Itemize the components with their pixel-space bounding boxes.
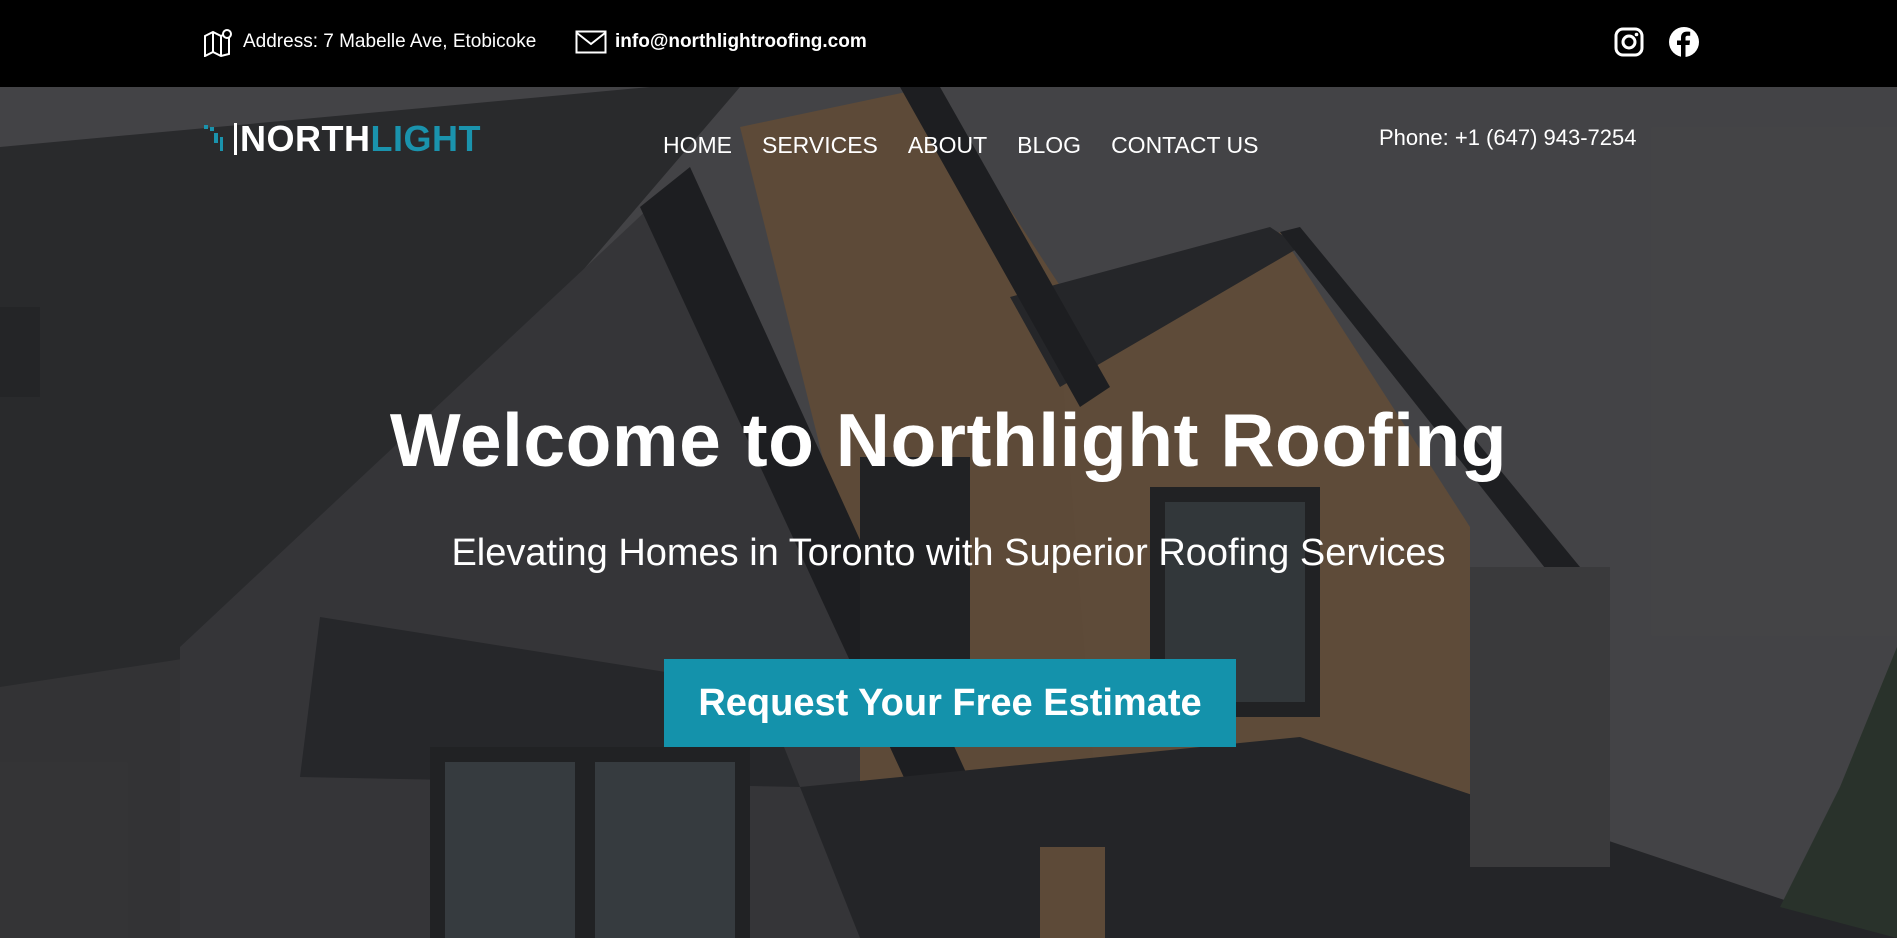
logo-wordmark: NORTHLIGHT — [240, 118, 481, 160]
address-text: Address: 7 Mabelle Ave, Etobicoke — [243, 31, 537, 52]
nav-home[interactable]: HOME — [663, 132, 732, 159]
map-icon — [204, 29, 232, 57]
logo[interactable]: NORTHLIGHT — [204, 118, 481, 160]
email-link[interactable]: info@northlightroofing.com — [615, 31, 867, 53]
nav-contact-us[interactable]: CONTACT US — [1111, 132, 1258, 159]
facebook-icon[interactable] — [1668, 26, 1700, 58]
envelope-icon — [575, 30, 607, 54]
logo-word-light: LIGHT — [370, 118, 481, 159]
top-info-bar: Address: 7 Mabelle Ave, Etobicoke info@n… — [0, 0, 1897, 87]
address-info: Address: 7 Mabelle Ave, Etobicoke — [203, 27, 536, 57]
house-background-image — [0, 87, 1897, 938]
main-nav: HOME SERVICES ABOUT BLOG CONTACT US — [663, 132, 1288, 159]
nav-about[interactable]: ABOUT — [908, 132, 987, 159]
phone-number[interactable]: Phone: +1 (647) 943-7254 — [1379, 125, 1636, 151]
hero-title: Welcome to Northlight Roofing — [389, 398, 1508, 482]
request-estimate-button[interactable]: Request Your Free Estimate — [664, 659, 1236, 747]
logo-mark-icon — [204, 123, 237, 155]
hero-section: NORTHLIGHT HOME SERVICES ABOUT BLOG CONT… — [0, 87, 1897, 938]
email-info[interactable]: info@northlightroofing.com — [575, 27, 867, 57]
nav-blog[interactable]: BLOG — [1017, 132, 1081, 159]
hero-subtitle: Elevating Homes in Toronto with Superior… — [451, 532, 1446, 574]
logo-word-north: NORTH — [240, 118, 371, 159]
instagram-icon[interactable] — [1613, 26, 1645, 58]
nav-services[interactable]: SERVICES — [762, 132, 878, 159]
